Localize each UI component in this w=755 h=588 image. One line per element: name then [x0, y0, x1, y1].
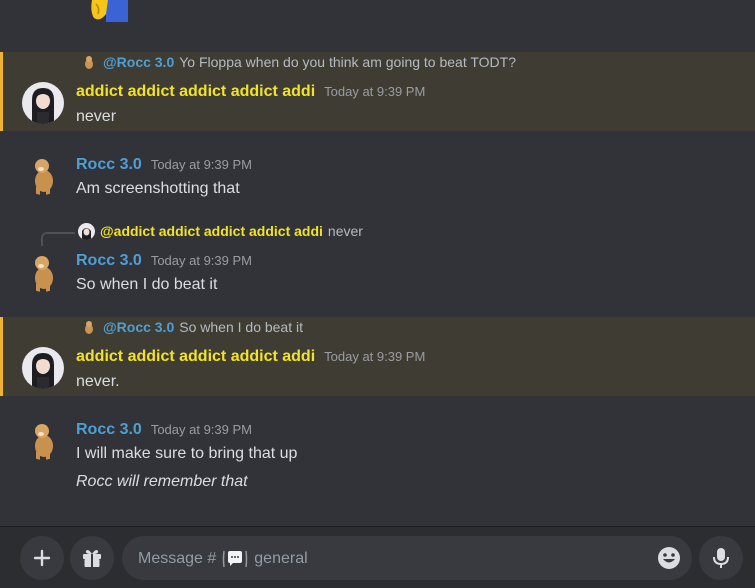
avatar[interactable] — [22, 153, 64, 195]
microphone-icon — [713, 548, 729, 568]
message-1[interactable]: @Rocc 3.0 Yo Floppa when do you think am… — [0, 52, 755, 131]
username[interactable]: addict addict addict addict addi — [76, 83, 315, 101]
reply-preview[interactable]: @Rocc 3.0 So when I do beat it — [3, 317, 755, 339]
reply-username[interactable]: @Rocc 3.0 — [103, 54, 174, 70]
message-header: Rocc 3.0 Today at 9:39 PM — [76, 252, 252, 270]
channel-name: general — [254, 550, 308, 567]
timestamp: Today at 9:39 PM — [150, 422, 252, 437]
reply-preview[interactable]: @Rocc 3.0 Yo Floppa when do you think am… — [3, 52, 755, 74]
reply-avatar — [81, 54, 98, 71]
message-composer: Message # general — [0, 526, 755, 588]
message-text: I will make sure to bring that up — [76, 445, 298, 462]
emoji-icon[interactable] — [656, 545, 682, 571]
message-header: Rocc 3.0 Today at 9:39 PM — [76, 421, 252, 439]
plus-icon — [33, 549, 51, 567]
message-text: never — [76, 108, 117, 125]
message-2[interactable]: Rocc 3.0 Today at 9:39 PM Am screenshott… — [0, 150, 755, 205]
message-text: So when I do beat it — [76, 276, 218, 293]
reply-username[interactable]: @Rocc 3.0 — [103, 319, 174, 335]
reply-avatar — [81, 319, 98, 336]
placeholder-prefix: Message # — [138, 550, 217, 567]
reply-text: Yo Floppa when do you think am going to … — [179, 54, 516, 70]
message-3[interactable]: @addict addict addict addict addi never … — [0, 221, 755, 301]
reply-spine — [41, 232, 75, 246]
username[interactable]: Rocc 3.0 — [76, 252, 142, 270]
speech-bubble-icon — [222, 548, 248, 570]
flexed-arm-emoji-icon — [91, 0, 128, 22]
username[interactable]: addict addict addict addict addi — [76, 348, 315, 366]
timestamp: Today at 9:39 PM — [150, 157, 252, 172]
message-header: addict addict addict addict addi Today a… — [76, 348, 425, 366]
reply-preview[interactable]: @addict addict addict addict addi never — [0, 221, 755, 246]
chat-area: @Rocc 3.0 Yo Floppa when do you think am… — [0, 0, 755, 526]
reply-text: So when I do beat it — [179, 319, 304, 335]
message-header: Rocc 3.0 Today at 9:39 PM — [76, 156, 252, 174]
message-text-italic: Rocc will remember that — [76, 473, 248, 490]
avatar[interactable] — [22, 250, 64, 292]
gift-icon — [83, 550, 101, 567]
message-input[interactable]: Message # general — [122, 536, 692, 580]
timestamp: Today at 9:39 PM — [324, 84, 426, 99]
gift-button[interactable] — [70, 536, 114, 580]
voice-message-button[interactable] — [699, 536, 743, 580]
message-placeholder: Message # general — [138, 548, 308, 570]
message-header: addict addict addict addict addi Today a… — [76, 83, 425, 101]
avatar[interactable] — [22, 347, 64, 389]
reply-username[interactable]: @addict addict addict addict addi — [100, 223, 323, 239]
username[interactable]: Rocc 3.0 — [76, 421, 142, 439]
message-4[interactable]: @Rocc 3.0 So when I do beat it addict ad… — [0, 317, 755, 396]
add-attachment-button[interactable] — [20, 536, 64, 580]
avatar[interactable] — [22, 418, 64, 460]
message-text: never. — [76, 373, 120, 390]
username[interactable]: Rocc 3.0 — [76, 156, 142, 174]
message-5[interactable]: Rocc 3.0 Today at 9:39 PM I will make su… — [0, 415, 755, 500]
timestamp: Today at 9:39 PM — [150, 253, 252, 268]
reply-avatar — [78, 223, 95, 240]
message-text: Am screenshotting that — [76, 180, 240, 197]
timestamp: Today at 9:39 PM — [324, 349, 426, 364]
reply-text: never — [327, 223, 363, 239]
avatar[interactable] — [22, 82, 64, 124]
